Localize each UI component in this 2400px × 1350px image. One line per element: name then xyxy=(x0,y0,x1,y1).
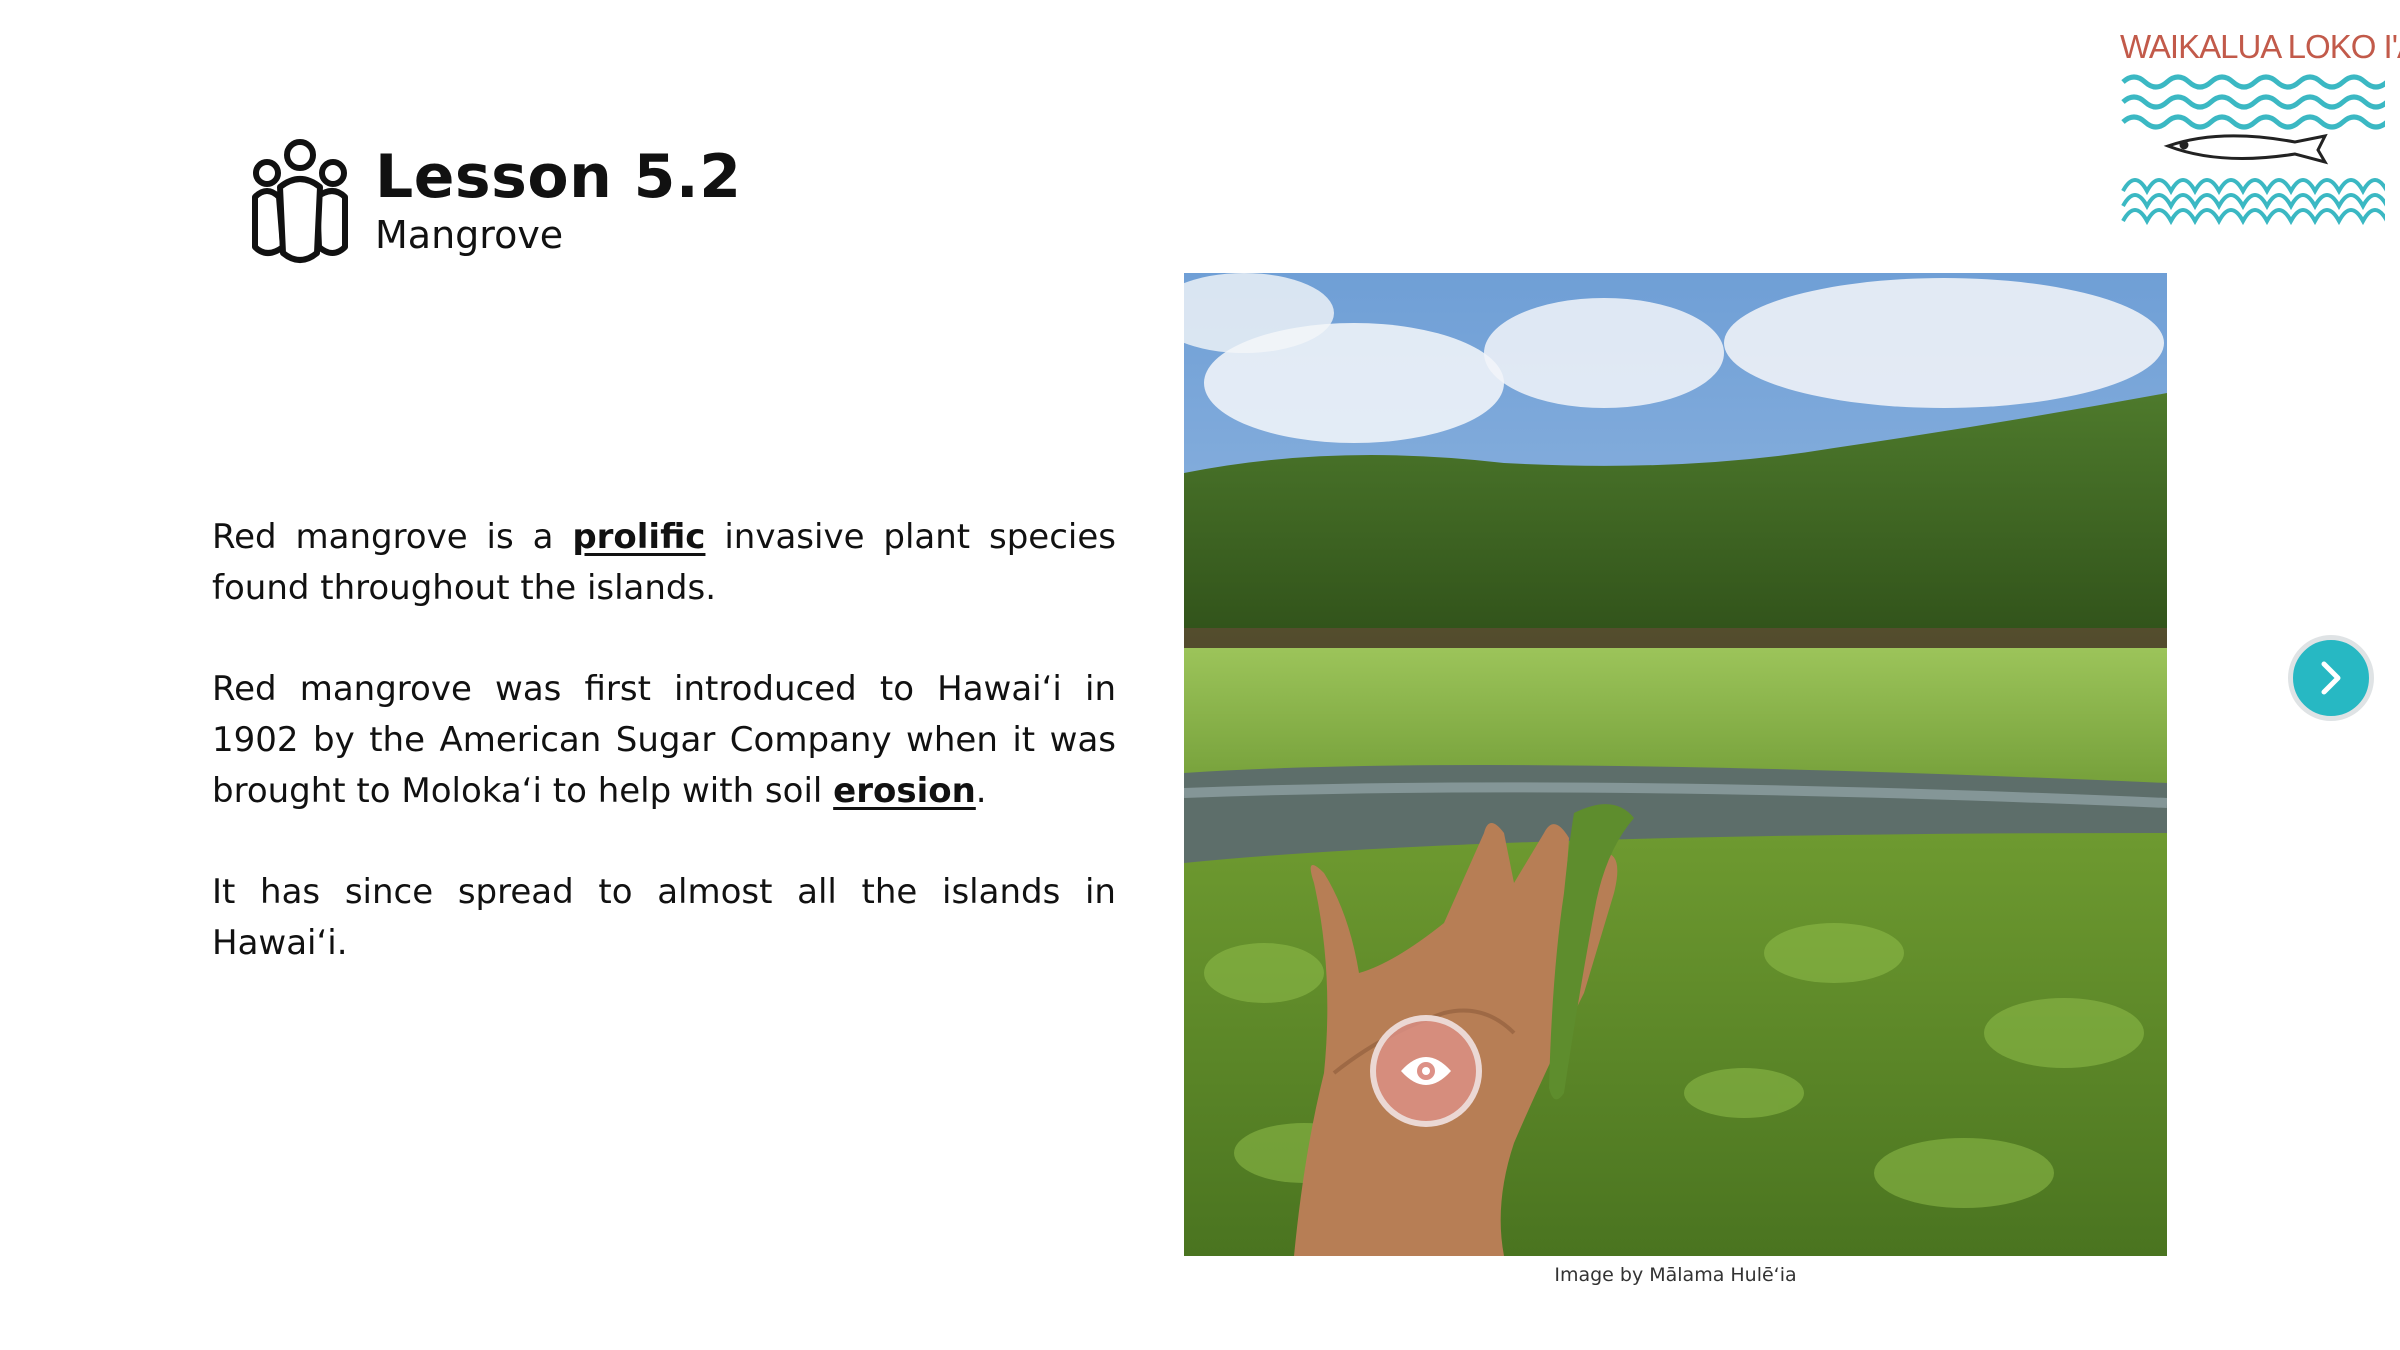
p1-text-a: Red mangrove is a xyxy=(212,517,573,557)
next-slide-button[interactable] xyxy=(2288,635,2374,721)
vocab-link-prolific[interactable]: prolific xyxy=(572,517,705,557)
image-caption: Image by Mālama Hulēʻia xyxy=(1554,1264,1797,1286)
lesson-title: Lesson 5.2 xyxy=(375,142,742,212)
reveal-eye-button[interactable] xyxy=(1370,1015,1482,1127)
logo-text: WAIKALUA LOKO I'A xyxy=(2120,28,2400,65)
mangrove-photo xyxy=(1184,273,2167,1256)
lesson-subtitle: Mangrove xyxy=(375,213,564,257)
lesson-body: Red mangrove is a prolific invasive plan… xyxy=(212,512,1116,1019)
lesson-title-block: Lesson 5.2 Mangrove xyxy=(375,142,741,258)
people-group-icon xyxy=(252,139,348,263)
mangrove-photo-illustration xyxy=(1184,273,2167,1256)
paragraph-1: Red mangrove is a prolific invasive plan… xyxy=(212,512,1116,614)
p2-text-b: . xyxy=(975,771,987,811)
vocab-link-erosion[interactable]: erosion xyxy=(833,771,976,811)
lesson-header: Lesson 5.2 Mangrove xyxy=(245,135,741,265)
chevron-right-icon xyxy=(2321,661,2341,695)
logo-waves-fish xyxy=(2121,74,2389,226)
paragraph-3: It has since spread to almost all the is… xyxy=(212,872,1116,963)
waikalua-logo: WAIKALUA LOKO I'A xyxy=(2120,28,2400,228)
eye-icon xyxy=(1401,1057,1451,1085)
paragraph-2: Red mangrove was first introduced to Haw… xyxy=(212,664,1116,817)
